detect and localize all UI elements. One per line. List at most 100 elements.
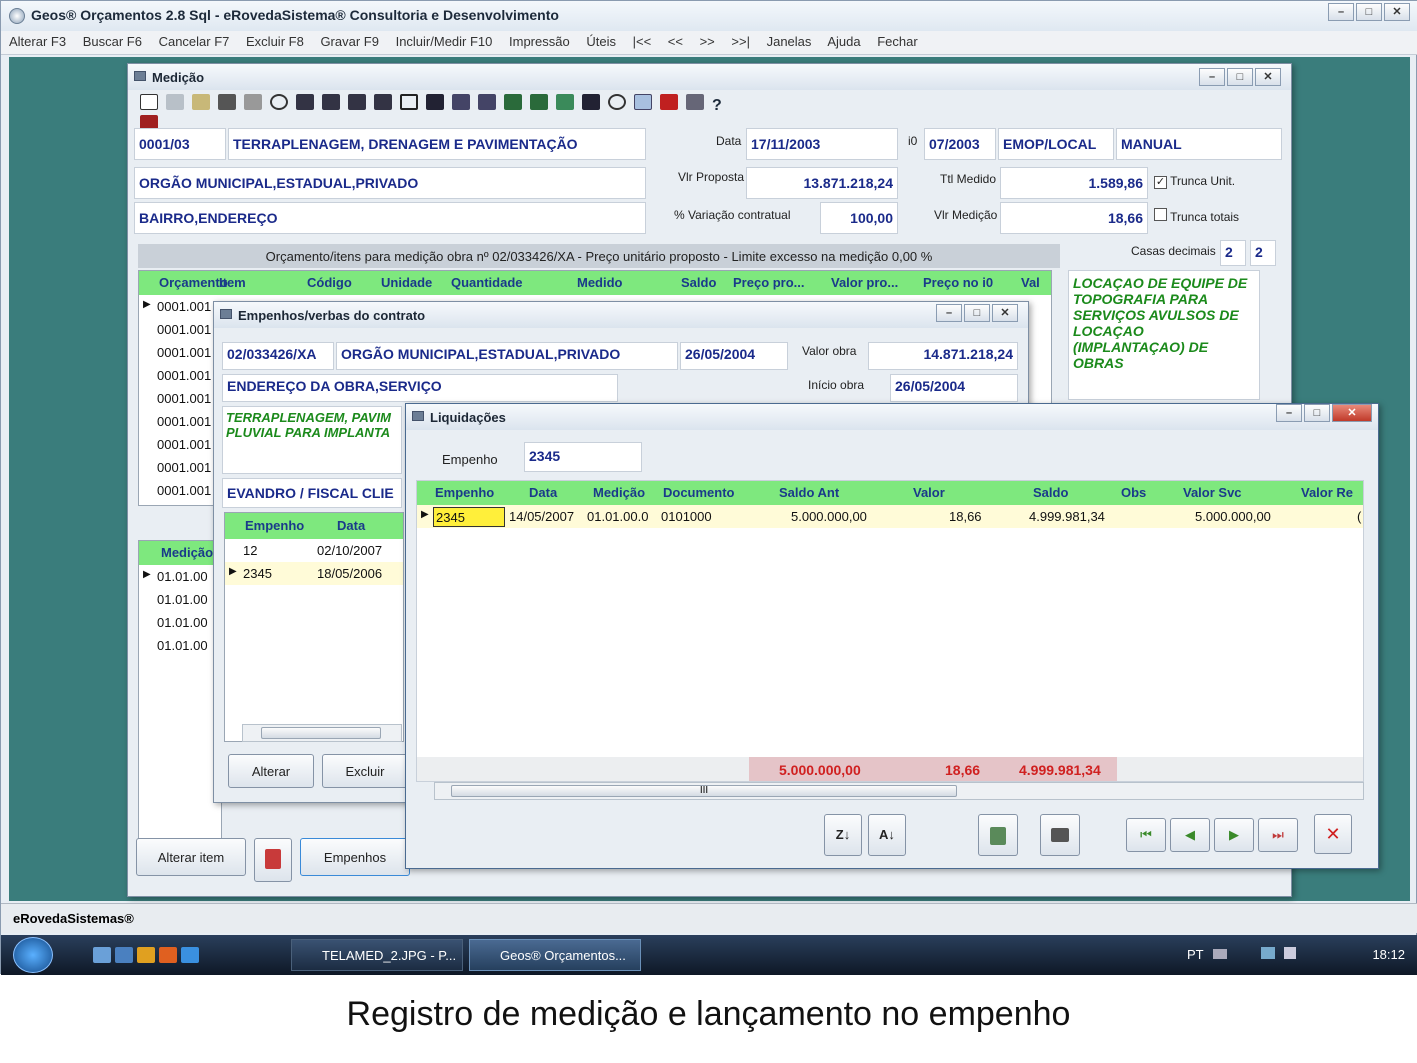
inicio-obra-field[interactable]: 26/05/2004 [890,374,1018,402]
copy-icon[interactable] [452,94,470,110]
col-valor[interactable]: Valor [913,485,945,500]
first-record-button[interactable]: ⏮ [1126,818,1166,852]
obra-code-field[interactable]: 0001/03 [134,128,226,160]
menu-ajuda[interactable]: Ajuda [827,34,860,49]
menu-prev[interactable]: << [668,34,683,49]
orgao-field[interactable]: ORGÃO MUNICIPAL,ESTADUAL,PRIVADO [134,167,646,199]
next-record-icon[interactable] [348,94,366,110]
empenho-field[interactable]: 2345 [524,442,642,472]
empenho-orgao-field[interactable]: ORGÃO MUNICIPAL,ESTADUAL,PRIVADO [336,342,678,370]
menu-next[interactable]: >> [700,34,715,49]
col-val[interactable]: Val [1021,275,1040,290]
table-row[interactable]: 12 02/10/2007 [225,539,403,562]
delete-item-button[interactable] [254,838,292,882]
next-record-button[interactable]: ▶ [1214,818,1254,852]
sort-desc-button[interactable]: Z↓ [824,814,862,856]
excluir-empenho-button[interactable]: Excluir [322,754,408,788]
last-record-button[interactable]: ⏭ [1258,818,1298,852]
search-icon[interactable] [270,94,288,110]
print-button[interactable] [1040,814,1080,856]
empenhos-close-button[interactable]: ✕ [992,304,1018,322]
medicao-minimize-button[interactable]: – [1199,68,1225,86]
maximize-button[interactable]: □ [1356,3,1382,21]
alterar-empenho-button[interactable]: Alterar [228,754,314,788]
prev-record-icon[interactable] [322,94,340,110]
medicao-maximize-button[interactable]: □ [1227,68,1253,86]
empenhos-hscroll[interactable] [242,724,402,742]
keyboard-icon[interactable] [1213,949,1228,959]
media-icon[interactable] [137,947,155,963]
clock-icon[interactable] [608,94,626,110]
fonte-field[interactable]: EMOP/LOCAL [998,128,1114,160]
col-unidade[interactable]: Unidade [381,275,432,290]
task-geos[interactable]: Geos® Orçamentos... [469,939,641,971]
table-icon[interactable] [582,94,600,110]
col-valor-svc[interactable]: Valor Svc [1183,485,1242,500]
menu-cancelar[interactable]: Cancelar F7 [159,34,230,49]
empenhos-minimize-button[interactable]: – [936,304,962,322]
modo-field[interactable]: MANUAL [1116,128,1282,160]
menu-excluir[interactable]: Excluir F8 [246,34,304,49]
i0-field[interactable]: 07/2003 [924,128,996,160]
col-valor-pro[interactable]: Valor pro... [831,275,898,290]
menu-buscar[interactable]: Buscar F6 [83,34,142,49]
col-preco-i0[interactable]: Preço no i0 [923,275,993,290]
col-item[interactable]: Item [219,275,246,290]
cell-empenho[interactable]: 2345 [433,507,505,527]
col-obs[interactable]: Obs [1121,485,1146,500]
col-data[interactable]: Data [529,485,557,500]
col-saldo[interactable]: Saldo [1033,485,1068,500]
menu-incluir[interactable]: Incluir/Medir F10 [396,34,493,49]
close-button[interactable]: ✕ [1384,3,1410,21]
contrato-field[interactable]: 02/033426/XA [222,342,334,370]
col-orcamento[interactable]: Orçamento [159,275,228,290]
alterar-item-button[interactable]: Alterar item [136,838,246,876]
liquidacoes-close-button[interactable]: ✕ [1332,404,1372,422]
explorer-icon[interactable] [115,947,133,963]
ttl-medido-field[interactable]: 1.589,86 [1000,167,1148,199]
help-icon[interactable]: ? [712,97,730,114]
trunca-totais-checkbox[interactable]: Trunca totais [1154,208,1239,224]
close-liquidacoes-button[interactable]: ✕ [1314,814,1352,854]
descricao-box[interactable]: LOCAÇAO DE EQUIPE DE TOPOGRAFIA PARA SER… [1068,270,1260,400]
table-row[interactable]: 01.01.00 [139,588,221,611]
col-medido[interactable]: Medido [577,275,623,290]
last-record-icon[interactable] [374,94,392,110]
endereco-field[interactable]: ENDEREÇO DA OBRA,SERVIÇO [222,374,618,402]
casas-decimais-1[interactable]: 2 [1220,240,1246,266]
col-saldo-ant[interactable]: Saldo Ant [779,485,839,500]
col-preco-pro[interactable]: Preço pro... [733,275,805,290]
empenhos-button[interactable]: Empenhos [300,838,410,876]
menu-janelas[interactable]: Janelas [767,34,812,49]
variacao-field[interactable]: 100,00 [820,202,898,234]
vlr-medicao-field[interactable]: 18,66 [1000,202,1148,234]
col-empenho[interactable]: Empenho [435,485,494,500]
menu-impressao[interactable]: Impressão [509,34,570,49]
desktop-icon[interactable] [93,947,111,963]
obra-descricao-box[interactable]: TERRAPLENAGEM, PAVIM PLUVIAL PARA IMPLAN… [222,406,402,474]
fiscal-field[interactable]: EVANDRO / FISCAL CLIE [222,478,402,508]
table-row[interactable]: ▶ 2345 18/05/2006 [225,562,403,585]
col-medicao[interactable]: Medição [161,545,213,560]
ie-icon[interactable] [181,947,199,963]
delete-icon[interactable] [218,94,236,110]
window-icon[interactable] [400,94,418,110]
col-saldo[interactable]: Saldo [681,275,716,290]
liquidacoes-maximize-button[interactable]: □ [1304,404,1330,422]
empenho-data-field[interactable]: 26/05/2004 [680,342,788,370]
tools-icon[interactable] [244,94,262,110]
sort-asc-button[interactable]: A↓ [868,814,906,856]
clock[interactable]: 18:12 [1372,947,1405,962]
calendar-icon[interactable] [530,94,548,110]
task-telamed[interactable]: TELAMED_2.JPG - P... [291,939,463,971]
menu-gravar[interactable]: Gravar F9 [320,34,379,49]
scroll-thumb[interactable] [261,727,381,739]
first-record-icon[interactable] [296,94,314,110]
menu-first[interactable]: |<< [633,34,652,49]
col-documento[interactable]: Documento [663,485,735,500]
new-icon[interactable] [140,94,158,110]
firefox-icon[interactable] [159,947,177,963]
minimize-button[interactable]: – [1328,3,1354,21]
liquidacoes-hscroll[interactable]: III [434,782,1364,800]
prev-record-button[interactable]: ◀ [1170,818,1210,852]
